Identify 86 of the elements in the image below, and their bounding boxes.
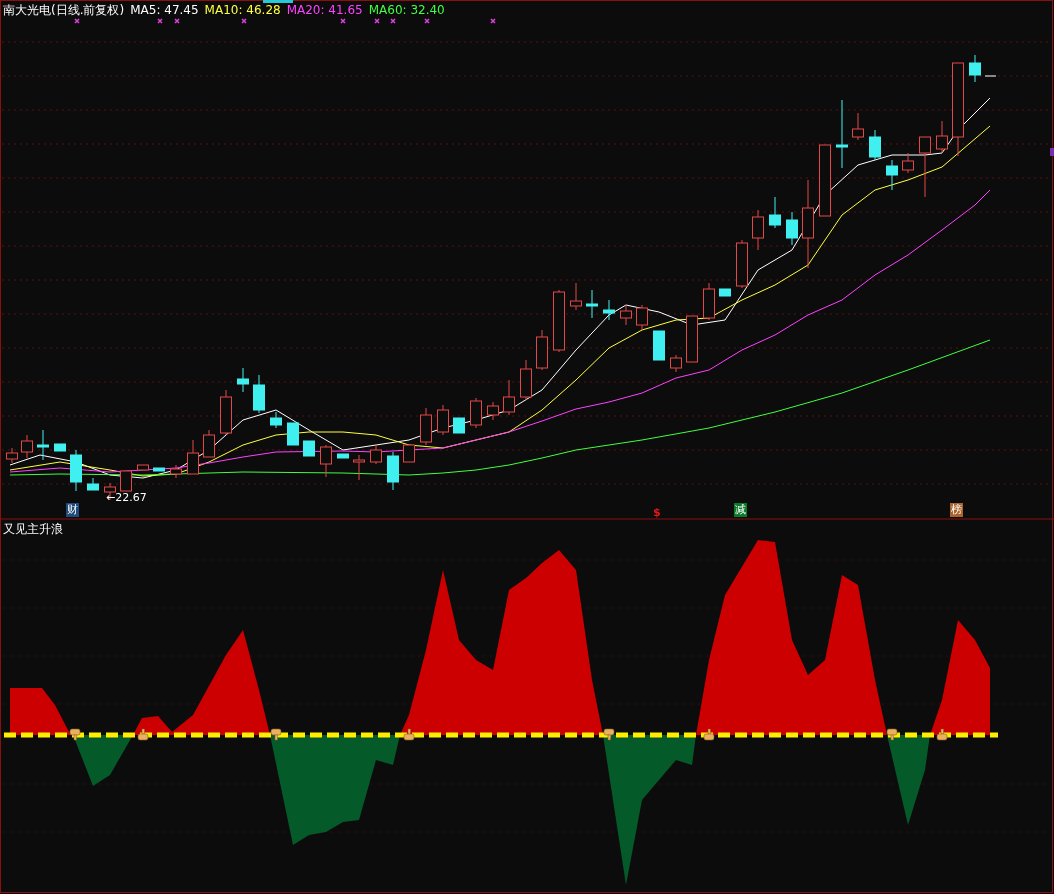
candlestick xyxy=(786,211,798,246)
cross-mark-icon xyxy=(340,18,346,24)
candlestick xyxy=(220,389,232,436)
low-price-label: ←22.67 xyxy=(106,491,147,504)
candlestick xyxy=(137,464,149,471)
moving-average-value: MA10: 46.28 xyxy=(204,2,281,18)
event-mark: $ xyxy=(652,506,662,520)
event-badge: 减 xyxy=(734,503,747,517)
candlestick xyxy=(520,359,532,401)
candlestick xyxy=(553,289,565,353)
candlestick xyxy=(420,407,432,446)
cross-mark-icon xyxy=(157,18,163,24)
candlestick xyxy=(536,329,548,371)
hand-icon xyxy=(403,728,415,741)
cross-mark-icon xyxy=(374,18,380,24)
moving-average-value: MA20: 41.65 xyxy=(286,2,363,18)
candlestick xyxy=(203,429,215,458)
candlestick xyxy=(653,330,665,361)
event-badge: 财 xyxy=(66,503,79,517)
candlestick xyxy=(719,288,731,297)
scroll-indicator xyxy=(263,0,293,3)
candlestick xyxy=(303,440,315,457)
candlestick xyxy=(670,354,682,373)
candlestick xyxy=(287,422,299,446)
candlestick xyxy=(620,304,632,326)
candlestick xyxy=(353,454,365,481)
candlestick xyxy=(120,470,132,492)
candlestick xyxy=(902,152,914,174)
candlestick xyxy=(503,379,515,416)
edge-marker xyxy=(1050,148,1054,156)
event-badge: 榜 xyxy=(950,503,963,517)
candlestick xyxy=(736,239,748,289)
candlestick xyxy=(936,120,948,154)
candlestick xyxy=(453,417,465,434)
candlestick xyxy=(487,401,499,421)
candlestick xyxy=(153,467,165,472)
candlestick xyxy=(270,411,282,429)
candlestick xyxy=(187,439,199,475)
candlestick xyxy=(6,447,18,464)
candlestick xyxy=(54,443,66,452)
hand-icon xyxy=(270,728,282,741)
cross-mark-icon xyxy=(74,18,80,24)
candlestick xyxy=(320,444,332,478)
candlestick xyxy=(70,449,82,492)
candlestick xyxy=(87,477,99,491)
moving-average-value: MA60: 32.40 xyxy=(368,2,445,18)
candlestick xyxy=(852,112,864,141)
cross-mark-icon xyxy=(174,18,180,24)
candlestick xyxy=(636,304,648,331)
candlestick xyxy=(703,282,715,321)
cross-mark-icon xyxy=(424,18,430,24)
moving-average-value: MA5: 47.45 xyxy=(130,2,199,18)
candlestick xyxy=(470,397,482,429)
cross-mark-icon xyxy=(390,18,396,24)
candlestick xyxy=(387,451,399,491)
candlestick xyxy=(37,429,49,461)
hand-icon xyxy=(137,728,149,741)
candlestick xyxy=(869,129,881,161)
cross-mark-icon xyxy=(241,18,247,24)
candlestick xyxy=(752,209,764,251)
candlestick xyxy=(886,159,898,191)
chart-title: 南大光电(日线.前复权) xyxy=(3,2,125,18)
candlestick xyxy=(21,434,33,459)
candlestick xyxy=(969,54,981,83)
candlestick xyxy=(237,367,249,393)
hand-icon xyxy=(603,728,615,741)
candlestick xyxy=(403,444,415,463)
indicator-title: 又见主升浪 xyxy=(3,521,63,538)
cross-mark-icon xyxy=(490,18,496,24)
candlestick xyxy=(570,282,582,311)
candlestick xyxy=(769,196,781,229)
price-tick xyxy=(984,75,997,77)
candlestick xyxy=(586,289,598,319)
hand-icon xyxy=(936,728,948,741)
candlestick xyxy=(253,374,265,414)
candlestick xyxy=(170,464,182,479)
candlestick xyxy=(919,136,931,198)
candlestick xyxy=(836,99,848,169)
hand-icon xyxy=(703,728,715,741)
candlestick xyxy=(370,443,382,465)
hand-icon xyxy=(69,728,81,741)
candlestick xyxy=(437,404,449,436)
candlestick xyxy=(603,299,615,321)
hand-icon xyxy=(886,728,898,741)
candlestick xyxy=(686,315,698,363)
candlestick xyxy=(337,453,349,459)
